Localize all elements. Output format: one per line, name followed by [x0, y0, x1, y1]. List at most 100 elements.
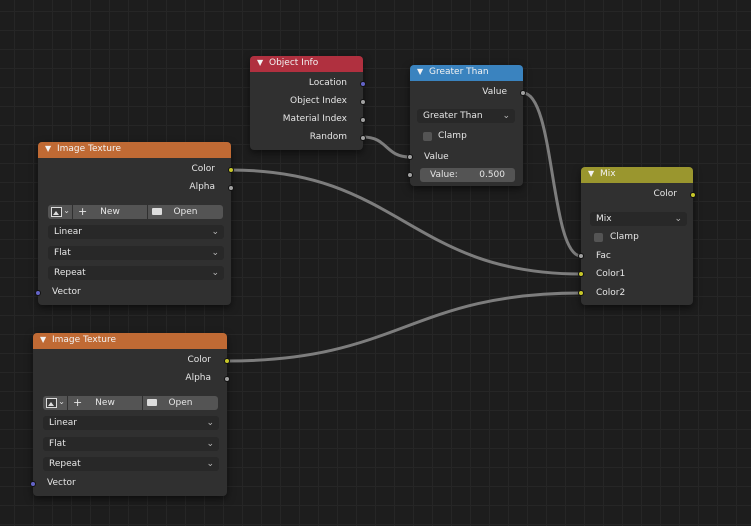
image-texture-header[interactable]: ▼ Image Texture: [38, 142, 231, 158]
object-index-output-socket[interactable]: [360, 99, 366, 105]
value-input-socket[interactable]: [407, 154, 413, 160]
extension-dropdown[interactable]: Repeat ⌄: [48, 266, 224, 280]
operation-dropdown[interactable]: Greater Than ⌄: [417, 109, 515, 123]
image-browse-button[interactable]: ⌄: [48, 205, 72, 219]
projection-dropdown[interactable]: Flat ⌄: [48, 246, 224, 260]
input-color1-label: Color1: [596, 269, 626, 279]
output-random-label: Random: [309, 132, 347, 142]
input-fac-label: Fac: [596, 251, 611, 261]
input-vector-label: Vector: [47, 478, 76, 488]
projection-value: Flat: [49, 439, 66, 449]
output-alpha-label: Alpha: [185, 373, 211, 383]
link-color-to-color2[interactable]: [226, 291, 582, 363]
chevron-down-icon: ⌄: [502, 111, 510, 121]
random-output-socket[interactable]: [360, 135, 366, 141]
alpha-output-socket[interactable]: [228, 185, 234, 191]
chevron-down-icon: ⌄: [674, 214, 682, 224]
vector-input-socket[interactable]: [35, 290, 41, 296]
color-output-socket[interactable]: [690, 192, 696, 198]
interpolation-dropdown[interactable]: Linear ⌄: [43, 416, 219, 430]
image-texture-node-1[interactable]: ▼ Image Texture Color Alpha ⌄ + New Open…: [35, 142, 234, 305]
extension-value: Repeat: [54, 268, 86, 278]
plus-icon: +: [73, 396, 83, 409]
new-image-button[interactable]: + New: [73, 205, 147, 219]
image-icon: [46, 398, 57, 408]
open-image-button[interactable]: Open: [143, 396, 218, 410]
node-title: Mix: [600, 169, 616, 179]
object-info-header[interactable]: ▼ Object Info: [250, 56, 363, 72]
node-title: Image Texture: [57, 144, 121, 154]
input-vector-label: Vector: [52, 287, 81, 297]
blend-type-dropdown[interactable]: Mix ⌄: [590, 212, 687, 226]
mix-node[interactable]: ▼ Mix Color Mix ⌄ Clamp Fac Color1 Color…: [578, 167, 696, 305]
collapse-triangle-icon[interactable]: ▼: [40, 335, 46, 344]
collapse-triangle-icon[interactable]: ▼: [257, 58, 263, 67]
object-info-node[interactable]: ▼ Object Info Location Object Index Mate…: [250, 56, 366, 150]
collapse-triangle-icon[interactable]: ▼: [588, 169, 594, 178]
output-color-label: Color: [187, 355, 212, 365]
collapse-triangle-icon[interactable]: ▼: [45, 144, 51, 153]
image-icon: [51, 207, 62, 217]
link-color-to-color1[interactable]: [230, 168, 582, 276]
output-color-label: Color: [191, 164, 216, 174]
location-output-socket[interactable]: [360, 81, 366, 87]
value-output-socket[interactable]: [520, 90, 526, 96]
new-label: New: [100, 207, 120, 217]
clamp-checkbox[interactable]: [594, 233, 603, 242]
color-output-socket[interactable]: [228, 167, 234, 173]
chevron-down-icon: ⌄: [211, 227, 219, 237]
interpolation-dropdown[interactable]: Linear ⌄: [48, 225, 224, 239]
extension-dropdown[interactable]: Repeat ⌄: [43, 457, 219, 471]
interpolation-value: Linear: [54, 227, 82, 237]
plus-icon: +: [78, 205, 88, 218]
projection-dropdown[interactable]: Flat ⌄: [43, 437, 219, 451]
open-label: Open: [168, 398, 193, 408]
image-texture-header[interactable]: ▼ Image Texture: [33, 333, 227, 349]
color2-input-socket[interactable]: [578, 290, 584, 296]
mix-header[interactable]: ▼ Mix: [581, 167, 693, 183]
vector-input-socket[interactable]: [30, 481, 36, 487]
blend-type-value: Mix: [596, 214, 612, 224]
operation-value: Greater Than: [423, 111, 483, 121]
image-browse-button[interactable]: ⌄: [43, 396, 67, 410]
projection-value: Flat: [54, 248, 71, 258]
color-output-socket[interactable]: [224, 358, 230, 364]
open-image-button[interactable]: Open: [148, 205, 223, 219]
folder-icon: [147, 399, 157, 406]
fac-input-socket[interactable]: [578, 253, 584, 259]
value-field-label: Value:: [430, 170, 458, 180]
input-color2-label: Color2: [596, 288, 626, 298]
output-object-index-label: Object Index: [290, 96, 347, 106]
output-alpha-label: Alpha: [189, 182, 215, 192]
clamp-label: Clamp: [438, 131, 467, 141]
interpolation-value: Linear: [49, 418, 77, 428]
greater-than-node[interactable]: ▼ Greater Than Value Greater Than ⌄ Clam…: [407, 65, 526, 186]
chevron-down-icon: ⌄: [206, 439, 214, 449]
chevron-down-icon: ⌄: [206, 418, 214, 428]
new-image-button[interactable]: + New: [68, 396, 142, 410]
output-material-index-label: Material Index: [282, 114, 347, 124]
chevron-down-icon: ⌄: [206, 459, 214, 469]
chevron-down-icon: ⌄: [58, 397, 65, 406]
folder-icon: [152, 208, 162, 215]
input-value-label: Value: [424, 152, 449, 162]
link-random-to-value[interactable]: [362, 135, 411, 159]
color1-input-socket[interactable]: [578, 271, 584, 277]
open-label: Open: [173, 207, 198, 217]
output-location-label: Location: [308, 78, 347, 88]
output-value-label: Value: [482, 87, 507, 97]
clamp-checkbox[interactable]: [423, 132, 432, 141]
collapse-triangle-icon[interactable]: ▼: [417, 67, 423, 76]
material-index-output-socket[interactable]: [360, 117, 366, 123]
link-value-to-fac[interactable]: [522, 91, 582, 258]
chevron-down-icon: ⌄: [211, 248, 219, 258]
image-texture-node-2[interactable]: ▼ Image Texture Color Alpha ⌄ + New Open…: [30, 333, 230, 496]
value2-input-socket[interactable]: [407, 172, 413, 178]
alpha-output-socket[interactable]: [224, 376, 230, 382]
clamp-label: Clamp: [610, 232, 639, 242]
node-title: Greater Than: [429, 67, 489, 77]
chevron-down-icon: ⌄: [211, 268, 219, 278]
value-field[interactable]: Value: 0.500: [420, 168, 515, 182]
greater-than-header[interactable]: ▼ Greater Than: [410, 65, 523, 81]
extension-value: Repeat: [49, 459, 81, 469]
